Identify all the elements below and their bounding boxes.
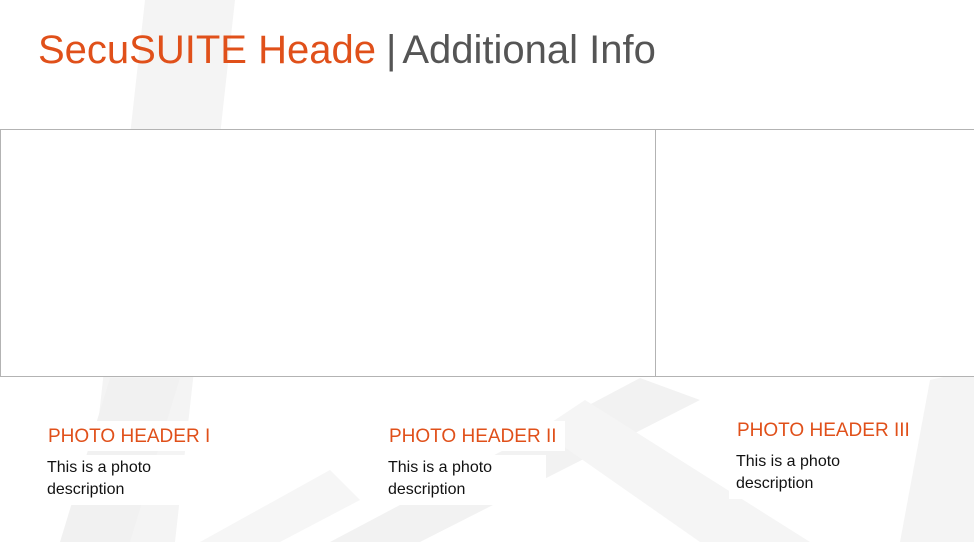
photo-caption-1: PHOTO HEADER I This is a photo descripti… bbox=[40, 421, 219, 505]
photo-header: PHOTO HEADER I bbox=[40, 421, 219, 451]
title-separator: | bbox=[385, 28, 397, 72]
title-subtitle: Additional Info bbox=[402, 28, 656, 72]
photo-header: PHOTO HEADER III bbox=[729, 415, 918, 445]
photo-description: This is a photo description bbox=[40, 455, 205, 505]
photo-caption-2: PHOTO HEADER II This is a photo descript… bbox=[381, 421, 565, 505]
photo-caption-3: PHOTO HEADER III This is a photo descrip… bbox=[729, 415, 918, 499]
photo-description: This is a photo description bbox=[381, 455, 546, 505]
photo-placeholder-1[interactable] bbox=[0, 129, 322, 377]
photo-description: This is a photo description bbox=[729, 449, 894, 499]
page-title: SecuSUITE Heade | Additional Info bbox=[38, 26, 656, 74]
title-brand: SecuSUITE Heade bbox=[38, 28, 376, 72]
photo-placeholder-3[interactable] bbox=[656, 129, 974, 377]
photo-header: PHOTO HEADER II bbox=[381, 421, 565, 451]
photo-placeholder-2[interactable] bbox=[321, 129, 656, 377]
